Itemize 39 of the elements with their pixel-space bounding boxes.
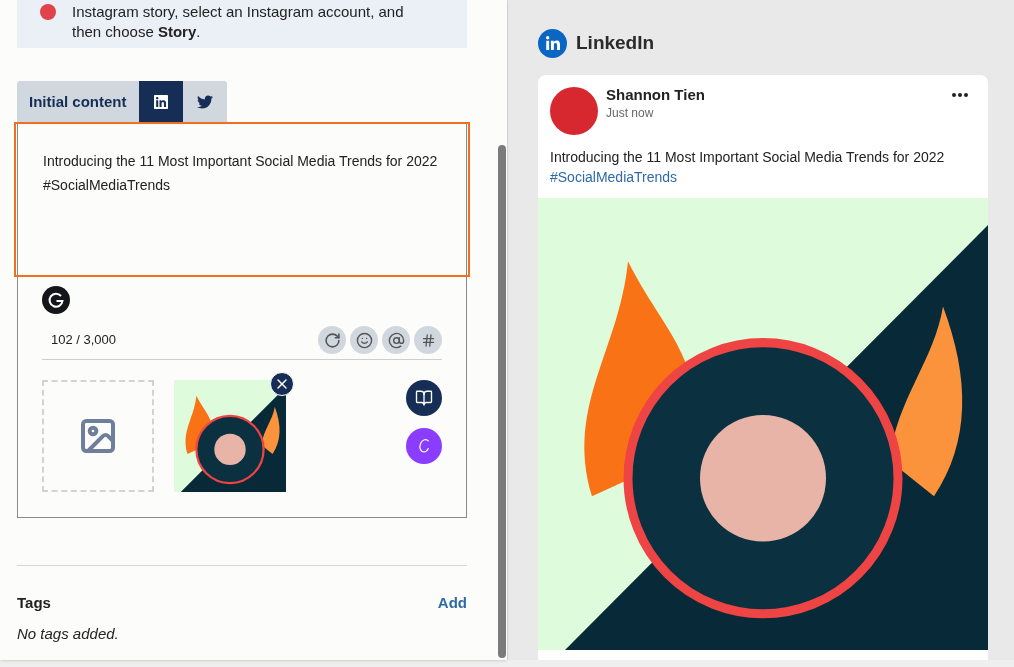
emoji-button[interactable] [350, 326, 378, 354]
tab[interactable] [138, 81, 183, 123]
linkedin-icon [538, 29, 567, 58]
close-icon [274, 376, 290, 392]
add-link[interactable]: Add [437, 592, 467, 615]
book-icon [415, 389, 433, 407]
linkedin-icon [152, 94, 169, 110]
add-media-box[interactable] [42, 380, 154, 492]
tab[interactable] [182, 81, 227, 123]
tags-empty-text: No tags added. [17, 623, 119, 644]
script-curve-icon [418, 438, 430, 454]
hashtag-link[interactable]: #SocialMediaTrends [550, 169, 678, 185]
bird-icon [196, 94, 213, 110]
tab[interactable]: Initial content [17, 81, 139, 123]
at-sign-icon [387, 331, 405, 349]
hash-icon [420, 332, 436, 348]
post-time: Just now [606, 105, 655, 121]
more-icon [952, 93, 968, 97]
more-button[interactable] [950, 91, 970, 99]
round-logo-icon[interactable] [42, 286, 70, 314]
remove-button[interactable] [270, 372, 294, 396]
banner-text: Instagram story, select an Instagram account, and then choose Story. [72, 2, 405, 42]
alert-icon [40, 4, 56, 20]
design-tool-button[interactable] [406, 428, 442, 464]
scrollbar[interactable] [498, 145, 506, 658]
character-counter: 102 / 3,000 [50, 331, 117, 350]
smiley-icon [355, 331, 373, 349]
avatar [550, 87, 598, 135]
post-text: Introducing the 11 Most Important Social Media Trends for 2022 #SocialMediaTrends [549, 148, 946, 187]
tags-title: Tags [17, 593, 51, 613]
hashtag-button[interactable] [414, 326, 442, 354]
image-icon [78, 416, 118, 456]
mention-button[interactable] [382, 326, 410, 354]
author-name: Shannon Tien [606, 85, 705, 105]
library-button[interactable] [406, 380, 442, 416]
refresh-button[interactable] [318, 326, 346, 354]
refresh-icon [323, 331, 341, 349]
network-title: LinkedIn [576, 31, 655, 56]
post-text-field[interactable]: Introducing the 11 Most Important Social Media Trends for 2022 #SocialMediaTrends [14, 122, 470, 277]
